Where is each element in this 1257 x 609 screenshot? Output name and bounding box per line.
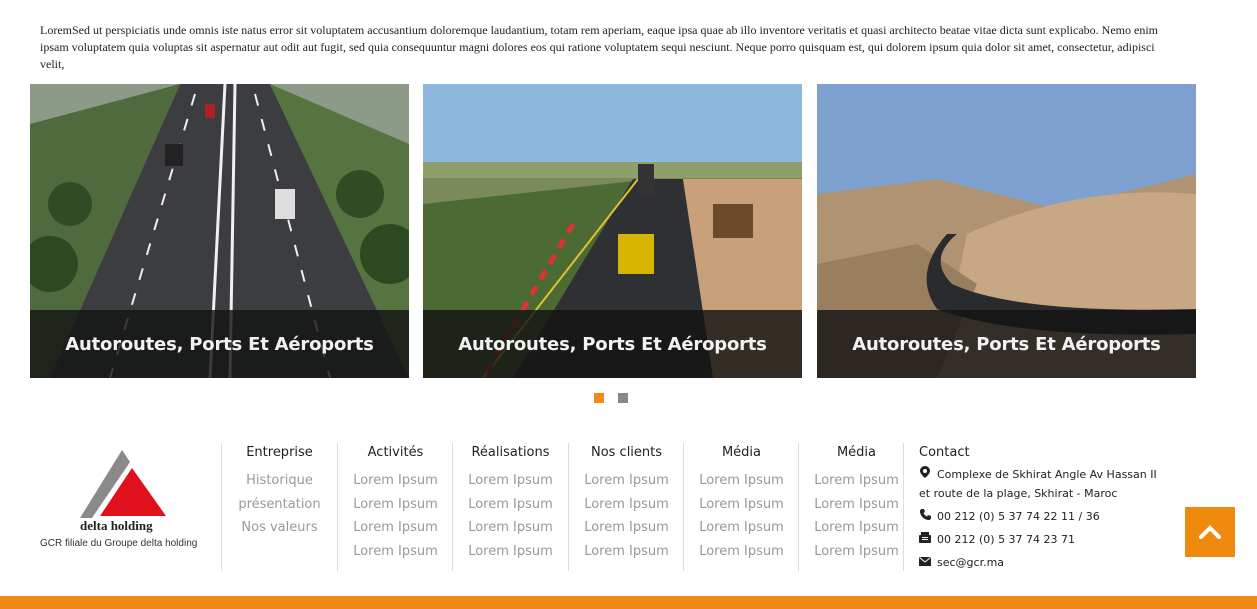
- column-title: Entreprise: [246, 445, 313, 460]
- column-title: Nos clients: [590, 445, 663, 460]
- card-caption-bar: Autoroutes, Ports Et Aéroports: [817, 310, 1196, 378]
- card-caption-bar: Autoroutes, Ports Et Aéroports: [30, 310, 409, 378]
- address-line-1: Complexe de Skhirat Angle Av Hassan II: [937, 468, 1157, 481]
- footer-link[interactable]: Lorem Ipsum: [799, 496, 914, 520]
- footer-column-nos-clients: Nos clients Lorem Ipsum Lorem Ipsum Lore…: [568, 443, 684, 571]
- contact-phone: 00 212 (0) 5 37 74 22 11 / 36: [919, 507, 1179, 526]
- footer-link[interactable]: Lorem Ipsum: [569, 543, 684, 567]
- footer-link[interactable]: Lorem Ipsum: [453, 543, 568, 567]
- footer-link[interactable]: Lorem Ipsum: [799, 519, 914, 543]
- card-caption: Autoroutes, Ports Et Aéroports: [65, 333, 374, 355]
- scroll-to-top-button[interactable]: [1185, 507, 1235, 557]
- footer-link[interactable]: Lorem Ipsum: [338, 496, 453, 520]
- fax-number: 00 212 (0) 5 37 74 23 71: [937, 533, 1076, 546]
- footer-link[interactable]: Lorem Ipsum: [799, 543, 914, 567]
- carousel-card[interactable]: Autoroutes, Ports Et Aéroports: [423, 84, 802, 378]
- footer-link[interactable]: Nos valeurs: [222, 519, 337, 543]
- map-marker-icon: [919, 465, 931, 484]
- footer-column-media-2: Média Lorem Ipsum Lorem Ipsum Lorem Ipsu…: [798, 443, 914, 571]
- phone-number[interactable]: 00 212 (0) 5 37 74 22 11 / 36: [937, 507, 1100, 526]
- footer-link[interactable]: Lorem Ipsum: [453, 472, 568, 496]
- card-caption-bar: Autoroutes, Ports Et Aéroports: [423, 310, 802, 378]
- footer-link[interactable]: Lorem Ipsum: [684, 472, 799, 496]
- contact-fax: 00 212 (0) 5 37 74 23 71: [919, 530, 1179, 549]
- contact-email: sec@gcr.ma: [919, 553, 1179, 572]
- bottom-accent-bar: [0, 596, 1257, 609]
- contact-title: Contact: [919, 445, 970, 460]
- footer-contact: Contact Complexe de Skhirat Angle Av Has…: [903, 443, 1179, 571]
- contact-address-2: et route de la plage, Skhirat - Maroc: [919, 484, 1179, 503]
- column-title: Activités: [367, 445, 424, 460]
- footer-column-realisations: Réalisations Lorem Ipsum Lorem Ipsum Lor…: [452, 443, 568, 571]
- card-caption: Autoroutes, Ports Et Aéroports: [458, 333, 767, 355]
- column-title: Média: [836, 445, 877, 460]
- carousel-dot[interactable]: [618, 393, 628, 403]
- footer-link[interactable]: Lorem Ipsum: [453, 496, 568, 520]
- footer-link[interactable]: Lorem Ipsum: [338, 543, 453, 567]
- fax-icon: [919, 530, 931, 549]
- footer-link[interactable]: Lorem Ipsum: [453, 519, 568, 543]
- address-line-2: et route de la plage, Skhirat - Maroc: [919, 487, 1118, 500]
- contact-address: Complexe de Skhirat Angle Av Hassan II: [919, 465, 1179, 484]
- footer-link[interactable]: Lorem Ipsum: [684, 543, 799, 567]
- footer-link[interactable]: Historique: [222, 472, 337, 496]
- logo-brand-name: delta holding: [80, 518, 153, 533]
- footer-link[interactable]: Lorem Ipsum: [799, 472, 914, 496]
- footer-link[interactable]: Lorem Ipsum: [569, 472, 684, 496]
- carousel-card[interactable]: Autoroutes, Ports Et Aéroports: [30, 84, 409, 378]
- envelope-icon: [919, 553, 931, 572]
- card-caption: Autoroutes, Ports Et Aéroports: [852, 333, 1161, 355]
- intro-paragraph: LoremSed ut perspiciatis unde omnis iste…: [40, 23, 1158, 71]
- chevron-up-icon: [1199, 525, 1221, 539]
- footer-column-media: Média Lorem Ipsum Lorem Ipsum Lorem Ipsu…: [683, 443, 799, 571]
- footer-link[interactable]: Lorem Ipsum: [569, 519, 684, 543]
- footer-column-entreprise: Entreprise Historique présentation Nos v…: [221, 443, 337, 571]
- column-title: Média: [721, 445, 762, 460]
- carousel-card[interactable]: Autoroutes, Ports Et Aéroports: [817, 84, 1196, 378]
- footer-link[interactable]: Lorem Ipsum: [684, 496, 799, 520]
- logo-tagline: GCR filiale du Groupe delta holding: [40, 538, 198, 549]
- footer-link[interactable]: présentation: [222, 496, 337, 520]
- footer-link[interactable]: Lorem Ipsum: [684, 519, 799, 543]
- column-title: Réalisations: [471, 445, 550, 460]
- phone-icon: [919, 507, 931, 526]
- footer-column-activites: Activités Lorem Ipsum Lorem Ipsum Lorem …: [337, 443, 453, 571]
- delta-logo-icon: [80, 450, 166, 518]
- carousel-dot-active[interactable]: [594, 393, 604, 403]
- footer-link[interactable]: Lorem Ipsum: [338, 519, 453, 543]
- footer-link[interactable]: Lorem Ipsum: [338, 472, 453, 496]
- email-link[interactable]: sec@gcr.ma: [937, 553, 1004, 572]
- footer-link[interactable]: Lorem Ipsum: [569, 496, 684, 520]
